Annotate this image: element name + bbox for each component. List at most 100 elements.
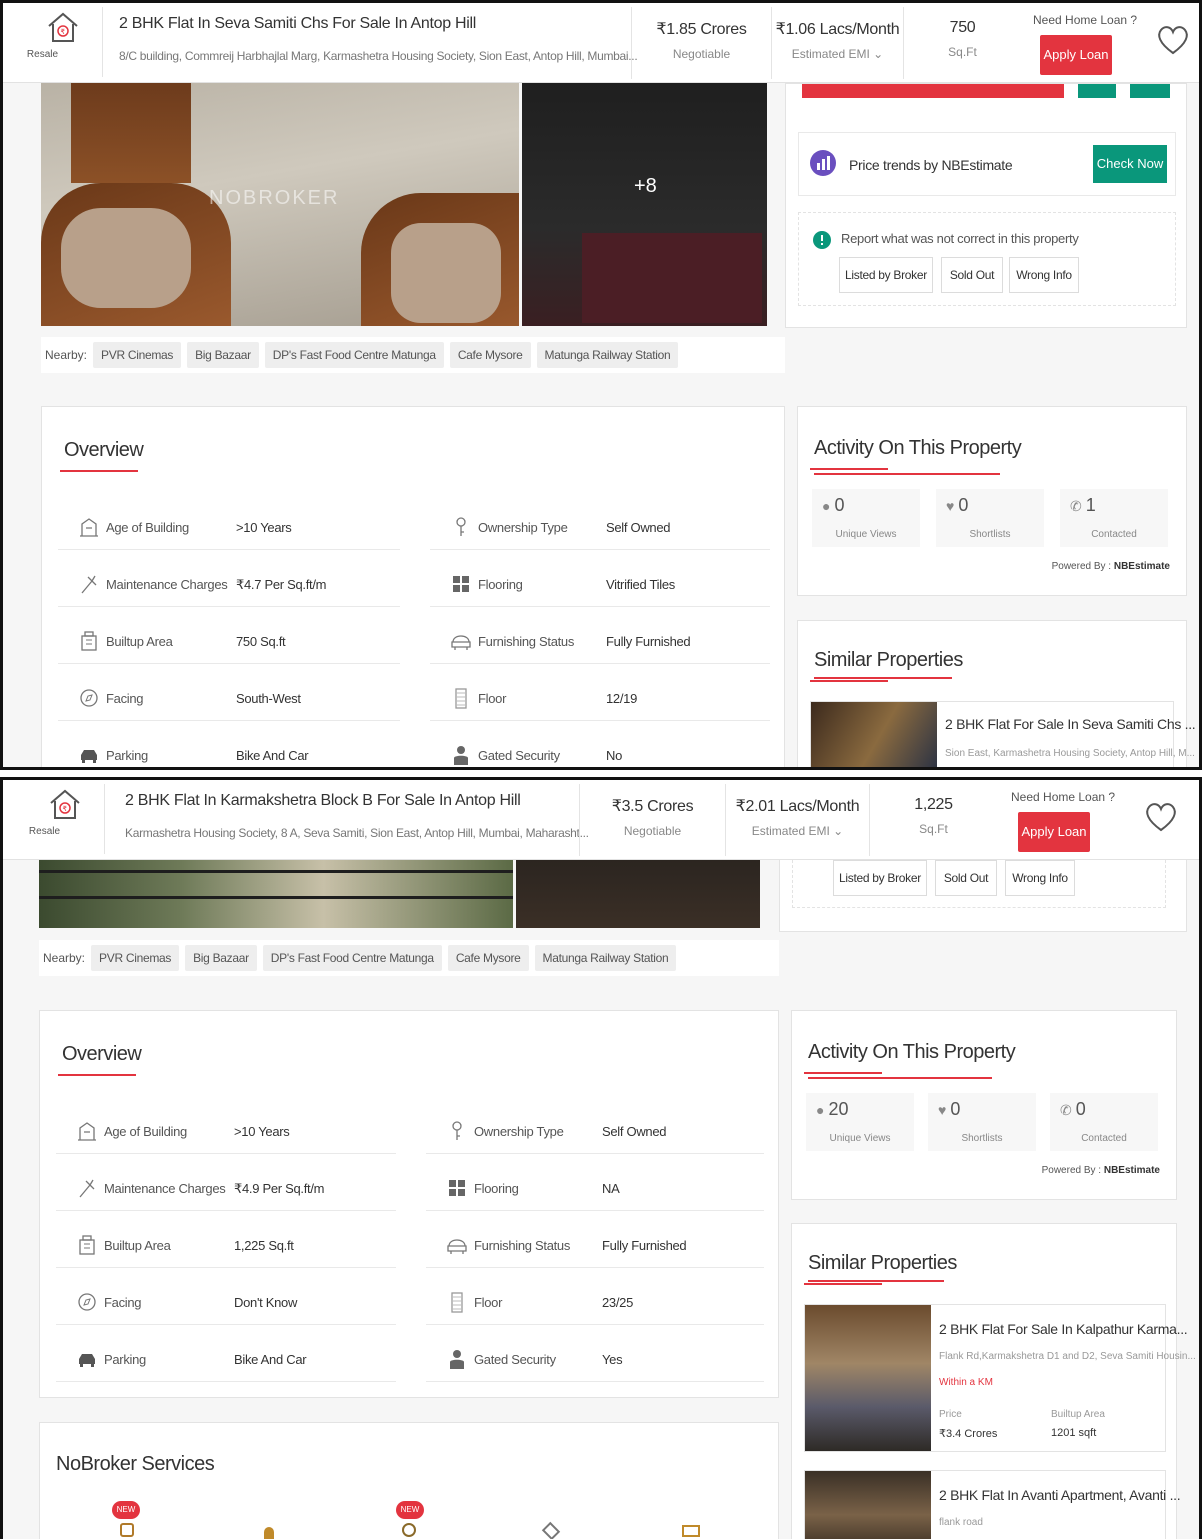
apply-loan-button[interactable]: Apply Loan	[1040, 35, 1112, 75]
nearby-chip[interactable]: Big Bazaar	[185, 945, 257, 971]
shortlists-stat: ♥ 0 Shortlists	[928, 1093, 1036, 1151]
contact-owner-button[interactable]	[802, 84, 1064, 98]
similar-property-title[interactable]: 2 BHK Flat In Avanti Apartment, Avanti .…	[939, 1487, 1181, 1503]
new-badge: NEW	[112, 1501, 140, 1519]
activity-title: Activity On This Property	[803, 1041, 1016, 1074]
emi-dropdown[interactable]: Estimated EMI ⌄	[726, 824, 869, 838]
overview-value: 23/25	[602, 1295, 634, 1310]
chat-button[interactable]	[1130, 84, 1170, 98]
overview-value: No	[606, 748, 623, 763]
overview-label: Flooring	[478, 577, 523, 592]
similar-property-title[interactable]: 2 BHK Flat For Sale In Kalpathur Karma..…	[939, 1321, 1188, 1337]
nearby-chip[interactable]: Cafe Mysore	[447, 945, 529, 971]
wrong-info-button[interactable]: Wrong Info	[1009, 257, 1079, 293]
screenshot-panel-bottom: ₹ Resale 2 BHK Flat In Karmakshetra Bloc…	[0, 777, 1202, 1539]
nearby-chip[interactable]: Cafe Mysore	[449, 342, 531, 368]
overview-label: Age of Building	[106, 520, 189, 535]
nearby-chip[interactable]: PVR Cinemas	[91, 945, 180, 971]
listed-by-broker-button[interactable]: Listed by Broker	[839, 257, 933, 293]
overview-row: Builtup Area 1,225 Sq.ft	[56, 1228, 396, 1268]
powered-label: Powered By :	[1051, 561, 1112, 572]
emi-value: ₹2.01 Lacs/Month	[735, 798, 860, 815]
heart-icon[interactable]	[1153, 19, 1193, 59]
similar-property-image	[811, 702, 937, 767]
phone-icon: ✆	[1060, 1102, 1072, 1118]
service-icon[interactable]	[541, 1521, 561, 1539]
nearby-chip[interactable]: Big Bazaar	[187, 342, 259, 368]
similar-property-image	[805, 1305, 931, 1451]
services-title: NoBroker Services	[56, 1453, 215, 1475]
overview-value: Self Owned	[602, 1124, 667, 1139]
property-photo-more[interactable]: +8	[522, 83, 767, 326]
area-value: 1,225	[914, 796, 953, 813]
similar-property-image	[805, 1471, 931, 1539]
report-box: Listed by Broker Sold Out Wrong Info	[792, 860, 1166, 908]
area-unit: Sq.Ft	[919, 822, 948, 836]
similar-property-title[interactable]: 2 BHK Flat For Sale In Seva Samiti Chs .…	[945, 716, 1196, 732]
nearby-chip[interactable]: PVR Cinemas	[93, 342, 182, 368]
price-value: ₹3.5 Crores	[611, 798, 694, 815]
home-icon: ₹	[48, 12, 78, 42]
sold-out-button[interactable]: Sold Out	[935, 860, 997, 896]
overview-value: Self Owned	[606, 520, 671, 535]
builtup-icon	[79, 1235, 95, 1255]
property-header: ₹ Resale 2 BHK Flat In Seva Samiti Chs F…	[3, 3, 1199, 83]
property-title[interactable]: 2 BHK Flat In Seva Samiti Chs For Sale I…	[119, 15, 476, 33]
similar-property-card[interactable]: 2 BHK Flat For Sale In Kalpathur Karma..…	[804, 1304, 1196, 1452]
overview-row: Age of Building >10 Years	[58, 510, 400, 550]
property-photo-main[interactable]	[39, 860, 513, 928]
nearby-bar: Nearby: PVR Cinemas Big Bazaar DP's Fast…	[39, 940, 779, 976]
nearby-chip[interactable]: DP's Fast Food Centre Matunga	[264, 342, 444, 368]
similar-property-card[interactable]: 2 BHK Flat For Sale In Seva Samiti Chs .…	[810, 701, 1196, 767]
nearby-chip[interactable]: DP's Fast Food Centre Matunga	[262, 945, 442, 971]
price-cell: ₹3.5 Crores Negotiable	[579, 784, 725, 856]
overview-label: Parking	[106, 748, 148, 763]
powered-by: Powered By : NBEstimate	[1052, 561, 1170, 572]
apply-loan-button[interactable]: Apply Loan	[1018, 812, 1090, 852]
overview-value: Bike And Car	[236, 748, 309, 763]
floor-icon	[451, 1292, 463, 1313]
property-photo-main[interactable]: NOBROKER	[41, 83, 519, 326]
listed-by-broker-button[interactable]: Listed by Broker	[833, 860, 927, 896]
overview-label: Age of Building	[104, 1124, 187, 1139]
nearby-chip[interactable]: Matunga Railway Station	[534, 945, 677, 971]
activity-title: Activity On This Property	[809, 437, 1022, 470]
nearby-chip[interactable]: Matunga Railway Station	[536, 342, 679, 368]
overview-row: Parking Bike And Car	[58, 738, 400, 767]
emi-dropdown[interactable]: Estimated EMI ⌄	[772, 47, 903, 61]
emi-cell[interactable]: ₹2.01 Lacs/Month Estimated EMI ⌄	[725, 784, 869, 856]
contacted-stat: ✆ 1 Contacted	[1060, 489, 1168, 547]
similar-property-card[interactable]: 2 BHK Flat In Avanti Apartment, Avanti .…	[804, 1470, 1181, 1539]
schedule-button[interactable]	[1078, 84, 1116, 98]
property-title[interactable]: 2 BHK Flat In Karmakshetra Block B For S…	[125, 792, 521, 810]
report-card: Listed by Broker Sold Out Wrong Info	[779, 860, 1187, 932]
price-value: ₹1.85 Crores	[656, 21, 747, 38]
sold-out-button[interactable]: Sold Out	[941, 257, 1003, 293]
overview-label: Ownership Type	[474, 1124, 564, 1139]
service-icon[interactable]	[264, 1527, 274, 1539]
overview-row: Maintenance Charges ₹4.9 Per Sq.ft/m	[56, 1171, 396, 1211]
heart-icon[interactable]	[1141, 796, 1181, 836]
overview-row: Flooring Vitrified Tiles	[430, 567, 770, 607]
builtup-icon	[81, 631, 97, 651]
overview-value: Yes	[602, 1352, 623, 1367]
overview-card: Overview Age of Building >10 Years Owner…	[39, 1010, 779, 1398]
service-icon[interactable]	[682, 1525, 700, 1537]
overview-label: Floor	[478, 691, 507, 706]
property-photo-more[interactable]	[516, 860, 760, 928]
overview-value: ₹4.9 Per Sq.ft/m	[234, 1181, 325, 1196]
powered-by: Powered By : NBEstimate	[1042, 1165, 1160, 1176]
similar-property-address: flank road	[939, 1517, 983, 1528]
similar-properties-card: Similar Properties 2 BHK Flat For Sale I…	[791, 1223, 1196, 1539]
overview-row: Gated Security Yes	[426, 1342, 764, 1382]
emi-cell[interactable]: ₹1.06 Lacs/Month Estimated EMI ⌄	[771, 7, 903, 79]
service-icon[interactable]	[402, 1523, 416, 1537]
overview-value: Fully Furnished	[602, 1238, 687, 1253]
property-address: 8/C building, Commreij Harbhajlal Marg, …	[119, 49, 638, 63]
wrong-info-button[interactable]: Wrong Info	[1005, 860, 1075, 896]
service-icon[interactable]	[120, 1523, 134, 1537]
contacted-stat: ✆ 0 Contacted	[1050, 1093, 1158, 1151]
car-icon	[81, 750, 97, 763]
contacted-label: Contacted	[1081, 1133, 1127, 1144]
check-now-button[interactable]: Check Now	[1093, 145, 1167, 183]
